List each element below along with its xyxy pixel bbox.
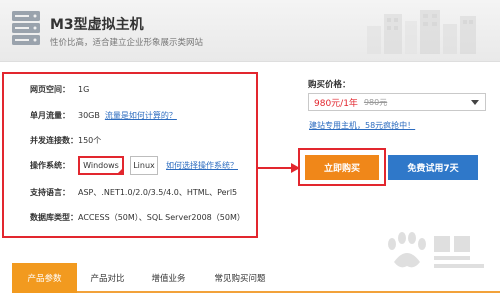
tab-value-added[interactable]: 增值业务 [138, 263, 199, 293]
tab-purchase-faq[interactable]: 常见购买问题 [199, 263, 281, 293]
spec-label: 支持语言： [30, 187, 70, 197]
product-subtitle: 性价比高，适合建立企业形象展示类网站 [50, 38, 204, 48]
product-tabs: 产品参数 产品对比 增值业务 常见购买问题 [12, 263, 500, 293]
spec-value: ASP、.NET1.0/2.0/3.5/4.0、HTML、Perl5 [78, 187, 238, 197]
spec-row-languages: 支持语言： ASP、.NET1.0/2.0/3.5/4.0、HTML、Perl5 [30, 185, 237, 199]
spec-row-database: 数据库类型： ACCESS（50M）、SQL Server2008（50M） [30, 210, 245, 224]
spec-row-traffic: 单月流量： 30GB 流量是如何计算的？ [30, 108, 177, 122]
chevron-down-icon [471, 100, 479, 105]
os-help-link[interactable]: 如何选择操作系统？ [166, 160, 238, 171]
spec-row-os: 操作系统： Windows Linux 如何选择操作系统？ [30, 155, 238, 175]
traffic-help-link[interactable]: 流量是如何计算的？ [105, 110, 177, 121]
spec-label: 并发连接数： [30, 135, 78, 145]
os-option-windows[interactable]: Windows [78, 155, 124, 175]
spec-label: 单月流量： [30, 110, 70, 120]
buy-now-button[interactable]: 立即购买 [305, 155, 379, 180]
product-title: M3型虚拟主机 [50, 17, 144, 33]
spec-value: ACCESS（50M）、SQL Server2008（50M） [78, 212, 245, 222]
spec-value: 1G [78, 84, 90, 94]
os-option-label: Linux [133, 160, 155, 170]
price-select[interactable]: 980元/1年 980元 [308, 93, 486, 111]
price-label: 购买价格： [308, 80, 351, 90]
spec-value: 150个 [78, 135, 102, 145]
spec-label: 网页空间： [30, 84, 70, 94]
product-header: M3型虚拟主机 性价比高，适合建立企业形象展示类网站 [0, 0, 500, 62]
spec-label: 数据库类型： [30, 212, 78, 222]
os-option-linux[interactable]: Linux [130, 155, 158, 175]
tab-product-compare[interactable]: 产品对比 [77, 263, 138, 293]
os-option-label: Windows [83, 160, 119, 170]
spec-row-concurrency: 并发连接数： 150个 [30, 133, 101, 147]
tab-product-params[interactable]: 产品参数 [12, 263, 77, 293]
spec-row-space: 网页空间： 1G [30, 82, 89, 96]
spec-value: 30GB [78, 110, 100, 120]
server-icon [12, 11, 40, 45]
selected-check-icon [116, 166, 124, 175]
free-trial-button[interactable]: 免费试用7天 [388, 155, 478, 180]
spec-label: 操作系统： [30, 160, 70, 170]
arrow-right-icon [258, 163, 300, 173]
promo-link[interactable]: 建站专用主机，58元疯抢中！ [309, 120, 415, 131]
building-illustration-icon [367, 10, 476, 54]
price-original: 980元 [363, 97, 388, 107]
price-current: 980元/1年 [314, 98, 358, 109]
